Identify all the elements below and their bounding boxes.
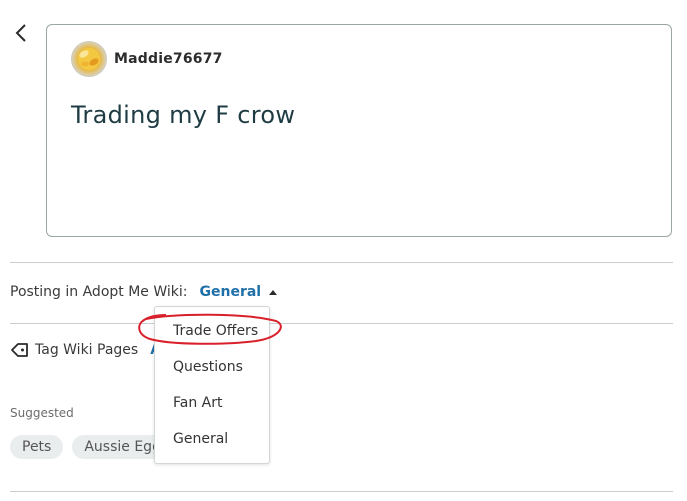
post-title[interactable]: Trading my F crow [71,101,295,129]
suggested-chip[interactable]: Pets [10,435,64,459]
divider [10,491,673,492]
dropdown-option-fan-art[interactable]: Fan Art [173,395,223,411]
posting-in-row: Posting in Adopt Me Wiki: General [10,284,278,300]
dropdown-option-trade-offers[interactable]: Trade Offers [173,323,258,339]
category-dropdown: Trade Offers Questions Fan Art General [154,306,270,464]
flower-avatar-icon [78,48,100,70]
post-author: Maddie76677 [71,41,223,77]
caret-up-icon [269,289,278,295]
avatar[interactable] [71,41,107,77]
username[interactable]: Maddie76677 [114,51,223,67]
posting-in-label: Posting in Adopt Me Wiki: [10,284,188,300]
divider [10,262,673,263]
selected-category: General [199,284,262,300]
tag-wiki-pages-row: Tag Wiki Pages Ad [10,341,171,359]
back-arrow-icon [15,24,26,42]
dropdown-option-general[interactable]: General [173,431,228,447]
tag-icon [11,343,28,357]
tag-wiki-pages-label: Tag Wiki Pages [35,342,139,358]
divider [10,323,673,324]
suggested-label: Suggested [10,406,74,420]
category-select[interactable]: General [200,284,278,300]
back-button[interactable] [10,22,32,44]
dropdown-option-questions[interactable]: Questions [173,359,243,375]
post-card: Maddie76677 Trading my F crow [46,24,672,237]
